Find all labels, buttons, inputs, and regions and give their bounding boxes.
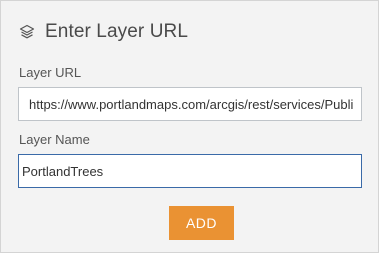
layers-icon (17, 22, 37, 42)
panel-header: Enter Layer URL (17, 19, 188, 45)
layer-name-input[interactable] (18, 154, 362, 188)
dialog-title: Enter Layer URL (45, 21, 189, 42)
layer-url-label: Layer URL (19, 65, 82, 80)
add-layer-panel: Enter Layer URL Layer URL Layer Name ADD (0, 0, 379, 253)
add-button[interactable]: ADD (169, 206, 234, 240)
layer-name-label: Layer Name (19, 132, 90, 147)
layer-url-input[interactable] (18, 87, 362, 121)
